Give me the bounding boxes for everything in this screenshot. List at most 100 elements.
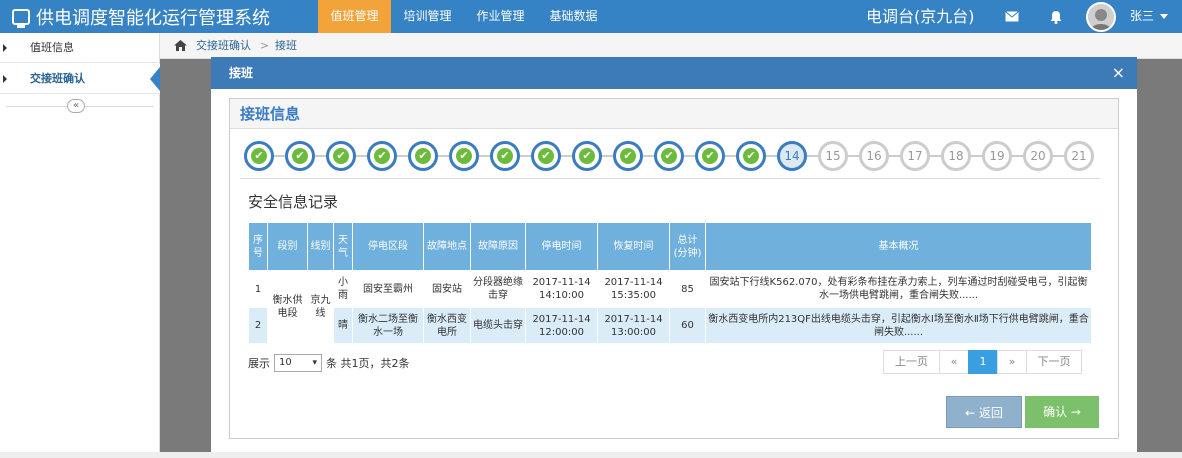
- breadcrumb-item: 接班: [275, 39, 297, 52]
- bell-icon[interactable]: [1036, 0, 1076, 33]
- cell-duan: 衡水供电段: [267, 270, 308, 344]
- step-18: 18: [941, 141, 971, 171]
- col-header-section: 停电区段: [352, 222, 424, 271]
- step-21: 21: [1064, 141, 1094, 171]
- col-header-summary: 基本概况: [705, 222, 1092, 271]
- cell-summary: 固安站下行线K562.070，处有彩条布挂在承力索上，列车通过时刮碰受电弓，引起…: [705, 270, 1092, 308]
- col-header-stop-time: 停电时间: [525, 222, 598, 271]
- step-1: ✔: [244, 141, 274, 171]
- check-icon: ✔: [620, 148, 636, 164]
- nav-training-management[interactable]: 培训管理: [391, 0, 464, 33]
- page-size-select[interactable]: 10: [274, 354, 322, 372]
- col-header-duan: 段别: [267, 222, 308, 271]
- app-logo[interactable]: 供电调度智能化运行管理系统: [12, 4, 270, 29]
- check-icon: ✔: [497, 148, 513, 164]
- step-label: 15: [825, 149, 841, 163]
- step-17: 17: [900, 141, 930, 171]
- col-header-line: 线别: [307, 222, 334, 271]
- cell-section: 固安至霸州: [352, 270, 424, 308]
- col-header-location: 故障地点: [423, 222, 471, 271]
- home-icon[interactable]: [174, 40, 187, 54]
- top-navbar: 供电调度智能化运行管理系统 值班管理 培训管理 作业管理 基础数据 电调台(京九…: [0, 0, 1182, 33]
- check-icon: ✔: [661, 148, 677, 164]
- step-14: 14: [777, 141, 807, 171]
- modal-title: 接班: [229, 66, 254, 80]
- sidebar: 值班信息 交接班确认 «: [0, 33, 160, 458]
- step-19: 19: [982, 141, 1012, 171]
- first-page-button[interactable]: «: [939, 350, 969, 374]
- app-title: 供电调度智能化运行管理系统: [36, 7, 270, 29]
- cell-total: 85: [669, 270, 706, 308]
- cell-summary: 衡水西变电所内213QF出线电缆头击穿，引起衡水Ⅰ场至衡水Ⅱ场下行供电臂跳闸，重…: [705, 307, 1092, 344]
- chevron-right-icon: [3, 44, 7, 52]
- table-row[interactable]: 1 衡水供电段 京九线 小雨 固安至霸州 固安站 分段器绝缘击穿 2017-11…: [248, 270, 1092, 344]
- step-12: ✔: [695, 141, 725, 171]
- collapse-sidebar-button[interactable]: «: [67, 99, 85, 113]
- nav-base-data[interactable]: 基础数据: [537, 0, 610, 33]
- col-header-restore-time: 恢复时间: [597, 222, 670, 271]
- station-name: 电调台(京九台): [866, 7, 975, 26]
- chevron-right-icon: [3, 75, 7, 83]
- col-header-weather: 天气: [333, 222, 353, 271]
- check-icon: ✔: [415, 148, 431, 164]
- nav-duty-management[interactable]: 值班管理: [318, 0, 391, 33]
- page-size-label: 展示: [248, 357, 270, 370]
- sidebar-item-label: 交接班确认: [30, 72, 85, 85]
- close-icon[interactable]: ×: [1112, 57, 1125, 89]
- check-icon: ✔: [251, 148, 267, 164]
- cell-weather: 小雨: [333, 270, 353, 308]
- chevron-down-icon[interactable]: [1160, 14, 1168, 19]
- avatar[interactable]: [1086, 2, 1116, 32]
- step-label: 17: [907, 149, 923, 163]
- check-icon: ✔: [538, 148, 554, 164]
- check-icon: ✔: [292, 148, 308, 164]
- check-icon: ✔: [743, 148, 759, 164]
- page-1-button[interactable]: 1: [968, 350, 998, 374]
- step-2: ✔: [285, 141, 315, 171]
- check-icon: ✔: [579, 148, 595, 164]
- monitor-icon: [12, 8, 30, 28]
- cell-stop-time: 2017-11-14 14:10:00: [525, 270, 598, 308]
- step-5: ✔: [408, 141, 438, 171]
- panel-header: 接班信息: [230, 99, 1118, 129]
- cell-no: 1: [248, 270, 268, 308]
- step-3: ✔: [326, 141, 356, 171]
- divider: [240, 178, 1100, 179]
- table-row[interactable]: 2 晴 衡水二场至衡水一场 衡水西变电所 电缆头击穿 2017-11-14 12…: [248, 307, 1092, 344]
- sidebar-item-handover-confirm[interactable]: 交接班确认: [0, 64, 160, 94]
- user-name[interactable]: 张三: [1130, 0, 1154, 33]
- col-header-cause: 故障原因: [470, 222, 526, 271]
- step-7: ✔: [490, 141, 520, 171]
- cell-no: 2: [248, 307, 268, 344]
- step-13: ✔: [736, 141, 766, 171]
- step-6: ✔: [449, 141, 479, 171]
- breadcrumb-item[interactable]: 交接班确认: [196, 33, 251, 59]
- last-page-button[interactable]: »: [997, 350, 1027, 374]
- nav-work-management[interactable]: 作业管理: [464, 0, 537, 33]
- step-label: 14: [784, 149, 800, 163]
- handover-modal: 接班 × 接班信息 ✔ ✔ ✔ ✔ ✔ ✔ ✔ ✔ ✔ ✔ ✔ ✔ ✔ 14 15 16 17 18 19 20 21 …: [211, 57, 1137, 458]
- cell-stop-time: 2017-11-14 12:00:00: [525, 307, 598, 344]
- cell-location: 衡水西变电所: [423, 307, 471, 344]
- breadcrumb: 交接班确认 > 接班: [160, 33, 1182, 59]
- cell-restore-time: 2017-11-14 13:00:00: [597, 307, 670, 344]
- prev-page-button[interactable]: 上一页: [883, 350, 940, 374]
- sidebar-item-label: 值班信息: [30, 41, 74, 54]
- step-label: 19: [989, 149, 1005, 163]
- step-label: 20: [1030, 149, 1046, 163]
- cell-restore-time: 2017-11-14 15:35:00: [597, 270, 670, 308]
- panel-title: 接班信息: [240, 105, 301, 123]
- back-button[interactable]: ← 返回: [946, 396, 1022, 428]
- step-20: 20: [1023, 141, 1053, 171]
- cell-cause: 电缆头击穿: [470, 307, 526, 344]
- next-page-button[interactable]: 下一页: [1026, 350, 1082, 374]
- active-marker: [150, 67, 160, 91]
- cell-total: 60: [669, 307, 706, 344]
- envelope-icon[interactable]: [992, 0, 1032, 33]
- step-10: ✔: [613, 141, 643, 171]
- sidebar-item-duty-info[interactable]: 值班信息: [0, 33, 160, 63]
- modal-header: 接班 ×: [211, 57, 1137, 89]
- step-4: ✔: [367, 141, 397, 171]
- confirm-button[interactable]: 确认 →: [1025, 396, 1099, 428]
- col-header-no: 序号: [248, 222, 268, 271]
